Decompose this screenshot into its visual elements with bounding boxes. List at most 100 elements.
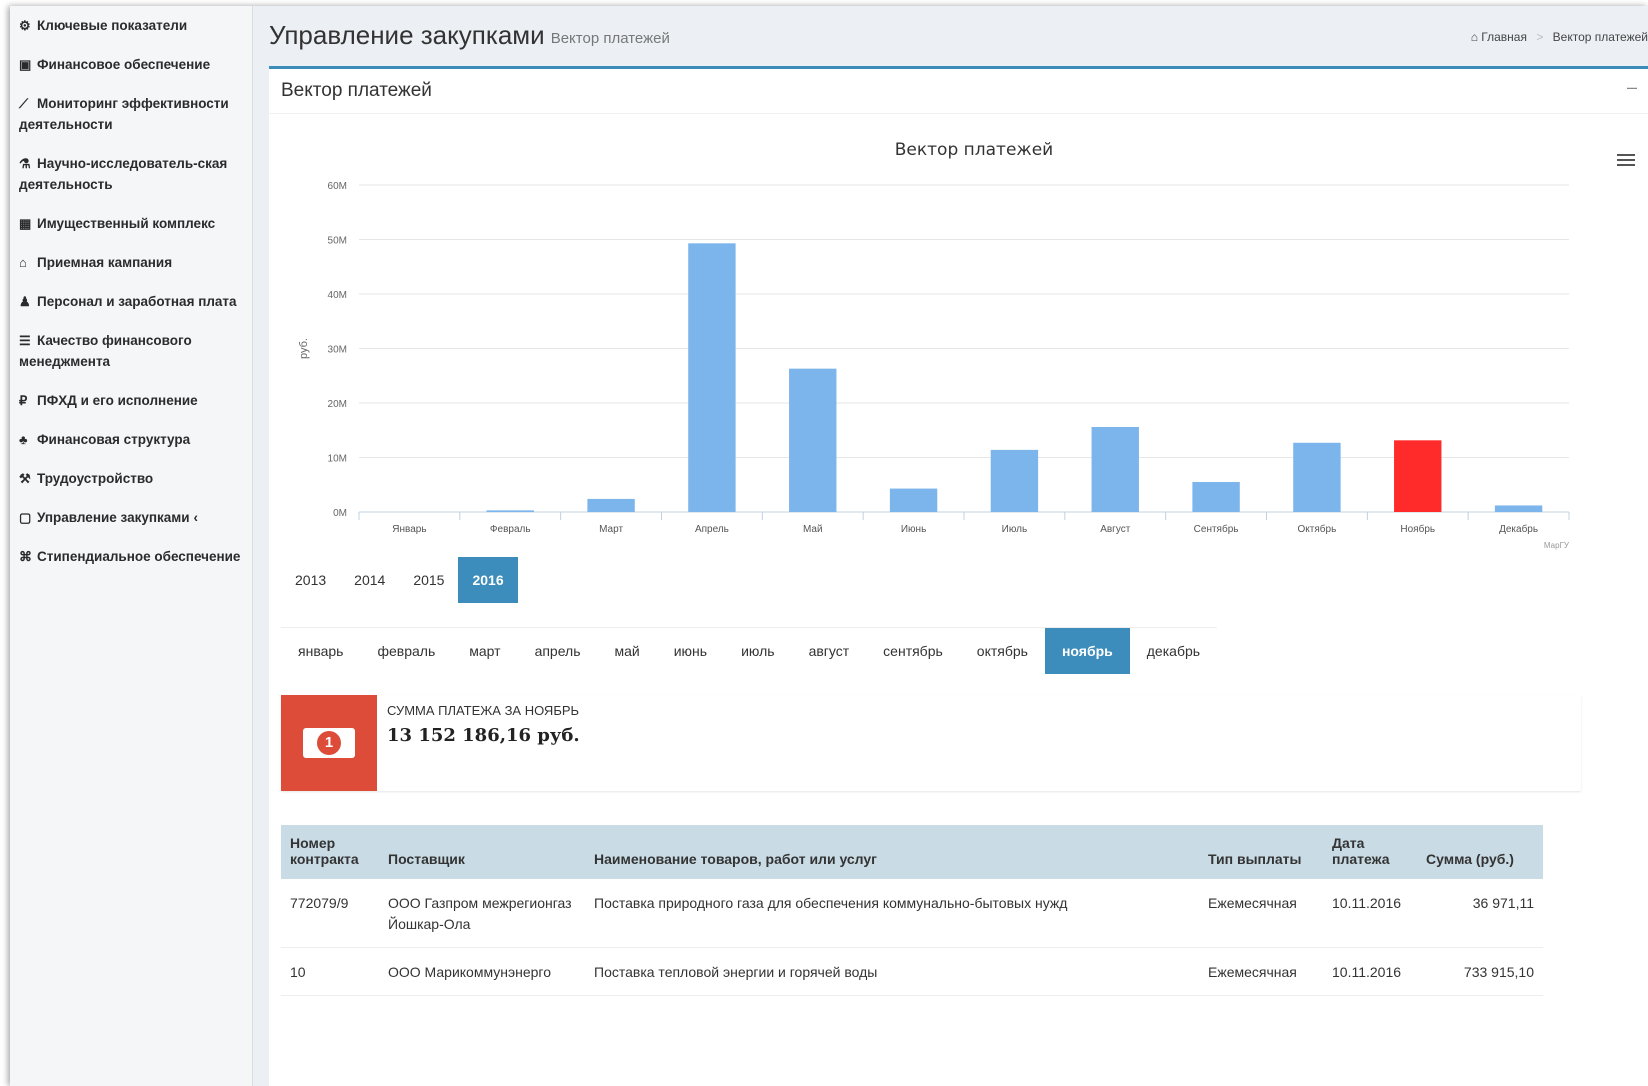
- sidebar-item-line-chart[interactable]: ⟋ Мониторинг эффективности деятельности: [10, 84, 252, 144]
- collapse-button[interactable]: –: [1627, 77, 1637, 98]
- chart-bar: [587, 498, 635, 512]
- x-tick-label: Май: [803, 524, 823, 535]
- sidebar-item-list[interactable]: ☰ Качество финансового менеджмента: [10, 321, 252, 381]
- chevron-left-icon: ‹: [193, 510, 199, 525]
- dashboard-icon: ⚙: [19, 18, 31, 33]
- sidebar-item-ruble[interactable]: ₽ ПФХД и его исполнение: [10, 381, 252, 420]
- building-icon: ▦: [19, 216, 32, 231]
- chart-svg: Вектор платежей 0M 10M 20M 30M 40M 50M 60M руб. Я…: [298, 140, 1570, 550]
- sidebar-item-sitemap[interactable]: ♣ Финансовая структура: [10, 420, 252, 459]
- month-tab[interactable]: январь: [281, 628, 360, 674]
- chart-bar: [1494, 505, 1543, 512]
- col-contract-number[interactable]: Номер контракта: [281, 825, 379, 879]
- x-tick-label: Март: [599, 524, 623, 535]
- sidebar-item-label: Мониторинг эффективности деятельности: [19, 96, 229, 132]
- home-icon: ⌂: [1470, 30, 1478, 44]
- breadcrumb-current: Вектор платежей: [1552, 30, 1648, 44]
- x-tick-label: Декабрь: [1499, 523, 1538, 535]
- breadcrumb-home[interactable]: Главная: [1481, 30, 1527, 44]
- cell-payment-date: 10.11.2016: [1323, 947, 1417, 996]
- month-tab[interactable]: август: [792, 628, 867, 674]
- cell-goods: Поставка тепловой энергии и горячей воды: [585, 947, 1199, 996]
- page-header: Управление закупками Вектор платежей ⌂ Г…: [253, 6, 1648, 64]
- month-tab[interactable]: сентябрь: [866, 628, 960, 674]
- box-header: Вектор платежей: [269, 69, 1648, 114]
- sidebar-item-flask[interactable]: ⚗ Научно-исследователь-ская деятельность: [10, 144, 252, 204]
- sidebar-item-label: Научно-исследователь-ская деятельность: [19, 156, 228, 192]
- col-payment-type[interactable]: Тип выплаты: [1199, 825, 1323, 879]
- sidebar-item-gavel[interactable]: ⚒ Трудоустройство: [10, 459, 252, 498]
- sidebar-item-money[interactable]: ▣ Финансовое обеспечение: [10, 45, 252, 84]
- sidebar-item-label: Финансовое обеспечение: [37, 57, 211, 72]
- graduation-cap-icon: ⌘: [19, 549, 32, 564]
- cell-payment-date: 10.11.2016: [1323, 879, 1417, 948]
- year-tab[interactable]: 2014: [340, 557, 399, 603]
- chart-menu-icon[interactable]: [1617, 151, 1635, 169]
- col-payment-date[interactable]: Дата платежа: [1323, 825, 1417, 879]
- payment-sum-infobox: 1 Сумма платежа за ноябрь 13 152 186,16 …: [281, 695, 1581, 791]
- breadcrumb-separator: >: [1536, 30, 1544, 44]
- year-tab[interactable]: 2016: [458, 557, 518, 603]
- cell-payment-type: Ежемесячная: [1199, 879, 1323, 948]
- col-supplier[interactable]: Поставщик: [379, 825, 585, 879]
- month-tab[interactable]: июнь: [657, 628, 724, 674]
- info-label: Сумма платежа за ноябрь: [387, 703, 580, 718]
- payment-chart: Вектор платежей 0M 10M 20M 30M 40M 50M 60M руб. Я…: [269, 121, 1579, 561]
- chart-bar: [889, 488, 938, 512]
- x-tick-label: Январь: [392, 524, 426, 535]
- sidebar-item-university[interactable]: ⌂ Приемная кампания: [10, 243, 252, 282]
- users-icon: ♟: [19, 294, 31, 309]
- x-tick-label: Июль: [1002, 524, 1028, 535]
- y-tick-label: 10M: [328, 454, 347, 465]
- chart-bar: [1192, 482, 1240, 512]
- sidebar-item-users[interactable]: ♟ Персонал и заработная плата: [10, 282, 252, 321]
- month-tab[interactable]: апрель: [518, 628, 598, 674]
- y-tick-label: 50M: [328, 236, 347, 247]
- month-tab[interactable]: март: [452, 628, 517, 674]
- col-goods[interactable]: Наименование товаров, работ или услуг: [585, 825, 1199, 879]
- sidebar-item-graduation-cap[interactable]: ⌘ Стипендиальное обеспечение: [10, 537, 252, 576]
- chart-bar: [688, 243, 736, 512]
- month-tab[interactable]: декабрь: [1130, 628, 1217, 674]
- money-bill-icon: 1: [281, 695, 377, 791]
- sidebar-item-label: Приемная кампания: [37, 255, 173, 270]
- chart-bar: [486, 510, 534, 512]
- sidebar-item-label: Ключевые показатели: [37, 18, 188, 33]
- file-icon: ▢: [19, 510, 32, 525]
- x-tick-label: Август: [1100, 524, 1131, 535]
- month-tab[interactable]: февраль: [360, 628, 452, 674]
- ruble-icon: ₽: [19, 393, 28, 408]
- chart-bar: [990, 449, 1039, 512]
- payment-vector-box: Вектор платежей – Вектор платежей 0M 10M 20…: [269, 66, 1648, 1086]
- year-tabs: 2013 2014 2015 2016: [281, 557, 518, 603]
- month-tab[interactable]: июль: [724, 628, 791, 674]
- table-row[interactable]: 10 ООО Марикоммунэнерго Поставка теплово…: [281, 947, 1543, 996]
- month-tab[interactable]: октябрь: [960, 628, 1045, 674]
- month-tab[interactable]: май: [598, 628, 657, 674]
- money-icon: ▣: [19, 57, 32, 72]
- main-content: Управление закупками Вектор платежей ⌂ Г…: [253, 6, 1648, 1086]
- col-amount[interactable]: Сумма (руб.): [1417, 825, 1543, 879]
- x-tick-label: Июнь: [901, 524, 926, 535]
- sidebar-item-label: Качество финансового менеджмента: [19, 333, 192, 369]
- year-tab[interactable]: 2013: [281, 557, 340, 603]
- flask-icon: ⚗: [19, 156, 31, 171]
- page-subtitle: Вектор платежей: [550, 29, 670, 47]
- x-tick-label: Апрель: [695, 524, 729, 535]
- year-tab[interactable]: 2015: [399, 557, 458, 603]
- y-tick-label: 30M: [328, 345, 347, 356]
- cell-goods: Поставка природного газа для обеспечения…: [585, 879, 1199, 948]
- table-row[interactable]: 772079/9 ООО Газпром межрегионгаз Йошкар…: [281, 879, 1543, 948]
- breadcrumb: ⌂ Главная > Вектор платежей: [1471, 30, 1648, 44]
- sidebar-item-dashboard[interactable]: ⚙ Ключевые показатели: [10, 6, 252, 45]
- box-title: Вектор платежей: [281, 80, 432, 101]
- month-tabs: январь февраль март апрель май июнь июль август…: [281, 627, 1218, 674]
- app-frame: ⚙ Ключевые показатели ▣ Финансовое обеспече…: [10, 6, 1648, 1086]
- sidebar-item-building[interactable]: ▦ Имущественный комплекс: [10, 204, 252, 243]
- info-value: 13 152 186,16 руб.: [387, 725, 580, 746]
- sidebar-item-label: Трудоустройство: [37, 471, 154, 486]
- sidebar-item-file[interactable]: ▢ Управление закупками ‹: [10, 498, 252, 537]
- month-tab[interactable]: ноябрь: [1044, 628, 1130, 674]
- cell-contract-number: 772079/9: [281, 879, 379, 948]
- cell-contract-number: 10: [281, 947, 379, 996]
